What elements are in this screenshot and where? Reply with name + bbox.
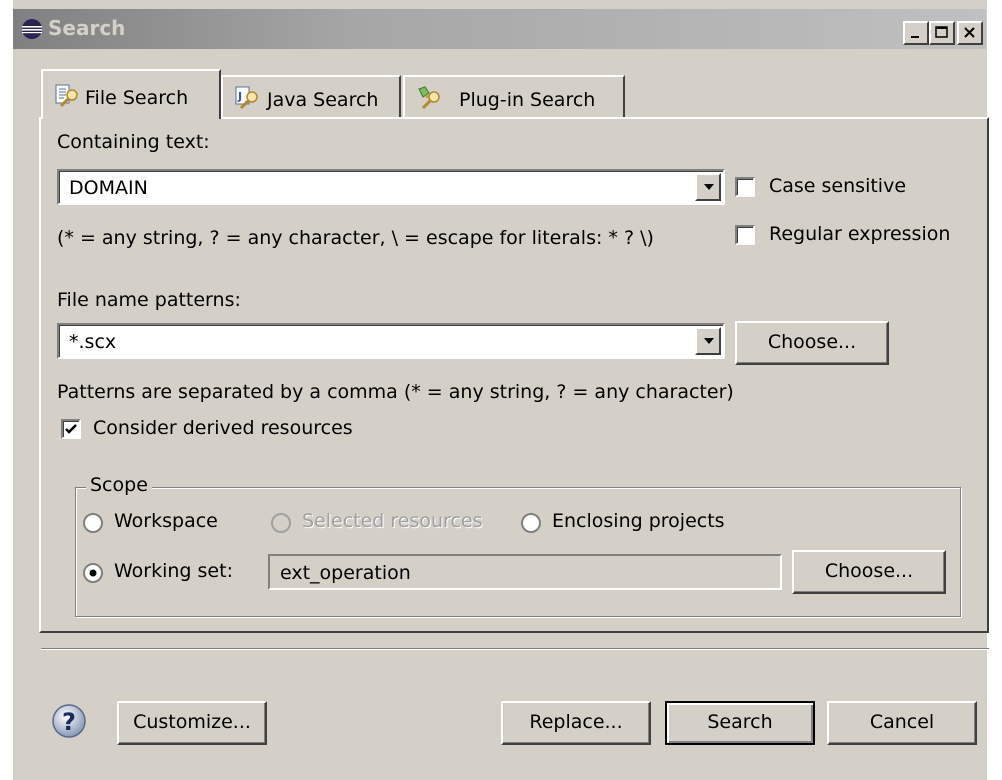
- eclipse-icon: [21, 18, 43, 45]
- scope-label: Scope: [86, 474, 152, 496]
- help-button[interactable]: ?: [51, 703, 87, 744]
- search-button[interactable]: Search: [665, 701, 815, 745]
- working-set-value: ext_operation: [280, 562, 411, 584]
- working-set-radio[interactable]: [82, 562, 104, 584]
- cancel-button[interactable]: Cancel: [827, 701, 977, 745]
- tab-plugin-search-label: Plug-in Search: [459, 89, 596, 111]
- workspace-label: Workspace: [114, 510, 218, 532]
- enclosing-projects-radio[interactable]: [520, 512, 542, 534]
- working-set-field[interactable]: ext_operation: [268, 554, 782, 590]
- containing-text-dropdown-button[interactable]: [695, 173, 721, 201]
- replace-button[interactable]: Replace...: [501, 701, 651, 745]
- tab-java-search[interactable]: J Java Search: [221, 75, 401, 117]
- close-button[interactable]: [957, 21, 983, 45]
- file-name-patterns-combo[interactable]: *.scx: [57, 323, 725, 359]
- search-dialog: Search File Search J Java Search Plug-in…: [12, 0, 989, 780]
- working-set-label: Working set:: [114, 560, 233, 582]
- plugin-search-icon: [415, 85, 443, 116]
- window-title: Search: [48, 16, 126, 40]
- containing-text-label: Containing text:: [57, 131, 210, 153]
- working-set-choose-button[interactable]: Choose...: [792, 550, 946, 594]
- file-search-panel: Containing text: DOMAIN Case sensitive (…: [39, 117, 989, 633]
- footer-separator: [41, 648, 989, 650]
- containing-text-hint: (* = any string, ? = any character, \ = …: [57, 227, 654, 249]
- scope-group: Scope Workspace Selected resources Enclo…: [75, 474, 961, 617]
- consider-derived-label: Consider derived resources: [93, 417, 353, 439]
- regular-expression-checkbox[interactable]: [735, 225, 755, 245]
- regular-expression-label: Regular expression: [769, 223, 951, 245]
- workspace-radio[interactable]: [82, 512, 104, 534]
- tab-file-search-label: File Search: [85, 87, 189, 109]
- customize-button[interactable]: Customize...: [117, 701, 267, 745]
- java-search-icon: J: [233, 85, 261, 116]
- file-name-patterns-label: File name patterns:: [57, 289, 241, 311]
- containing-text-value: DOMAIN: [69, 177, 148, 199]
- consider-derived-checkbox[interactable]: [61, 419, 81, 439]
- chevron-down-icon: [704, 338, 714, 344]
- checkmark-icon: [65, 424, 77, 434]
- svg-text:J: J: [237, 90, 242, 103]
- title-bar[interactable]: Search: [13, 9, 986, 49]
- tab-java-search-label: Java Search: [267, 89, 379, 111]
- chevron-down-icon: [704, 184, 714, 190]
- containing-text-combo[interactable]: DOMAIN: [57, 169, 725, 205]
- maximize-icon: [935, 26, 948, 38]
- file-name-patterns-value: *.scx: [69, 331, 117, 353]
- close-icon: [964, 27, 975, 38]
- help-icon: ?: [52, 704, 86, 738]
- selected-resources-radio: [271, 513, 291, 533]
- minimize-icon: [911, 36, 919, 38]
- patterns-hint: Patterns are separated by a comma (* = a…: [57, 381, 734, 403]
- case-sensitive-label: Case sensitive: [769, 175, 907, 197]
- file-name-patterns-dropdown-button[interactable]: [695, 327, 721, 355]
- maximize-button[interactable]: [929, 21, 955, 45]
- tab-plugin-search[interactable]: Plug-in Search: [403, 75, 625, 117]
- enclosing-projects-label: Enclosing projects: [552, 510, 725, 532]
- file-search-icon: [53, 83, 81, 114]
- minimize-button[interactable]: [903, 21, 929, 45]
- selected-resources-label: Selected resources: [302, 510, 483, 532]
- case-sensitive-checkbox[interactable]: [735, 177, 755, 197]
- tab-file-search[interactable]: File Search: [41, 69, 221, 119]
- svg-text:?: ?: [62, 708, 76, 736]
- file-patterns-choose-button[interactable]: Choose...: [735, 321, 889, 365]
